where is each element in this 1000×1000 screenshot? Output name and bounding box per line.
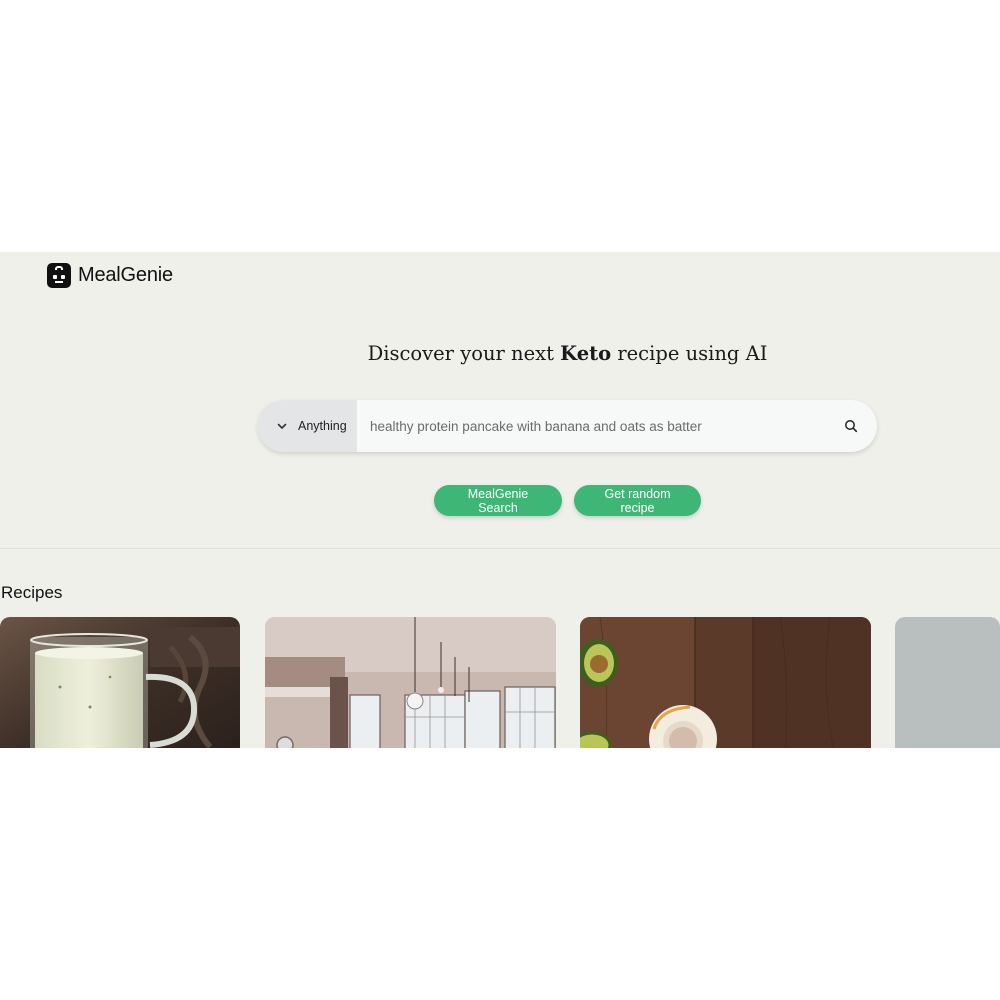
mealgenie-search-button[interactable]: MealGenie Search — [434, 485, 562, 516]
kitchen-interior-image — [265, 617, 556, 748]
recipes-heading: Recipes — [1, 583, 63, 602]
recipe-card[interactable] — [0, 617, 240, 748]
chef-robot-icon — [47, 263, 71, 288]
hero-suffix: recipe using AI — [611, 342, 768, 365]
hero-prefix: Discover your next — [367, 342, 561, 365]
category-dropdown[interactable]: Anything — [258, 400, 357, 452]
app-container: MealGenie Discover your next Keto recipe… — [0, 252, 1000, 748]
recipe-card[interactable] — [580, 617, 871, 748]
search-bar: Anything — [258, 400, 877, 452]
gray-placeholder-image — [895, 617, 1000, 748]
avocado-table-image — [580, 617, 871, 748]
recipe-card[interactable] — [895, 617, 1000, 748]
brand-logo[interactable]: MealGenie — [47, 263, 173, 288]
search-input[interactable] — [357, 400, 825, 452]
brand-name: MealGenie — [78, 264, 173, 286]
search-icon — [845, 420, 858, 433]
chevron-down-icon — [277, 423, 287, 429]
recipe-card[interactable] — [265, 617, 556, 748]
category-label: Anything — [298, 419, 347, 433]
search-button[interactable] — [825, 400, 877, 452]
hero-headline: Discover your next Keto recipe using AI — [0, 342, 1000, 365]
action-buttons: MealGenie Search Get random recipe — [434, 485, 701, 516]
hero-highlight: Keto — [560, 342, 612, 365]
random-recipe-button[interactable]: Get random recipe — [574, 485, 701, 516]
section-divider — [0, 548, 1000, 549]
milkshake-glass-image — [0, 617, 240, 748]
